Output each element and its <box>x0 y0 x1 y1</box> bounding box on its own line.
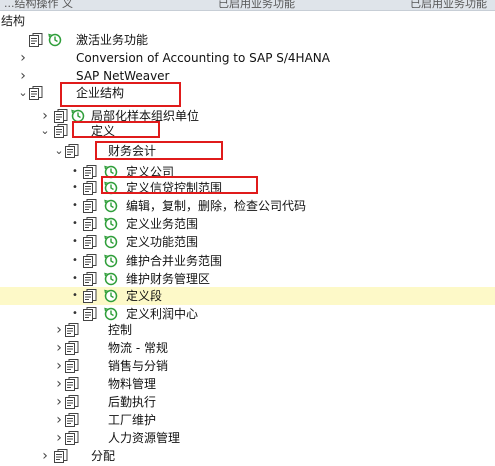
chevron-down-icon[interactable]: ⌄ <box>18 84 28 102</box>
execute-clock-icon[interactable] <box>104 254 118 271</box>
chevron-right-icon[interactable]: › <box>54 411 64 429</box>
toolbar-fragment-left: ...结构操作 义 <box>4 0 73 10</box>
documentation-icon[interactable] <box>53 124 70 141</box>
chevron-down-icon[interactable]: ⌄ <box>54 142 64 160</box>
tree-node-label[interactable]: 销售与分销 <box>108 357 168 375</box>
documentation-icon[interactable] <box>82 181 99 198</box>
chevron-right-icon[interactable]: › <box>54 393 64 411</box>
documentation-icon[interactable] <box>64 431 81 448</box>
documentation-icon[interactable] <box>28 86 45 103</box>
chevron-right-icon[interactable]: › <box>40 447 50 465</box>
chevron-right-icon[interactable]: › <box>18 49 28 67</box>
execute-clock-icon[interactable] <box>104 199 118 216</box>
tree-node[interactable]: • 定义信贷控制范围 <box>0 179 495 197</box>
panel-title: 结构 <box>1 14 26 28</box>
chevron-down-icon[interactable]: ⌄ <box>40 122 50 140</box>
documentation-icon[interactable] <box>64 359 81 376</box>
tree-node[interactable]: › SAP NetWeaver <box>0 67 495 85</box>
leaf-bullet-icon: • <box>72 290 78 301</box>
tree-node[interactable]: ⌄ 定义 <box>0 122 495 140</box>
execute-clock-icon[interactable] <box>104 181 118 198</box>
execute-clock-icon[interactable] <box>104 235 118 252</box>
tree-node-label[interactable]: 定义 <box>91 122 115 140</box>
tree-node[interactable]: • 编辑，复制，删除，检查公司代码 <box>0 197 495 215</box>
tree-node-label[interactable]: Conversion of Accounting to SAP S/4HANA <box>76 49 330 67</box>
tree-node[interactable]: • 定义业务范围 <box>0 215 495 233</box>
toolbar-fragment-right: 已启用业务功能 <box>410 0 487 10</box>
tree-node-label[interactable]: 工厂维护 <box>108 411 156 429</box>
toolbar-fragment-mid: 已启用业务功能 <box>218 0 295 10</box>
documentation-icon[interactable] <box>82 254 99 271</box>
tree-node-label[interactable]: 维护合并业务范围 <box>126 252 222 270</box>
tree-node[interactable]: • 定义功能范围 <box>0 233 495 251</box>
leaf-bullet-icon: • <box>72 200 78 211</box>
chevron-right-icon[interactable]: › <box>54 339 64 357</box>
tree-node[interactable]: › 物料管理 <box>0 375 495 393</box>
tree-node[interactable]: › 工厂维护 <box>0 411 495 429</box>
tree-node-label[interactable]: 编辑，复制，删除，检查公司代码 <box>126 197 306 215</box>
tree-node[interactable]: • 定义段 <box>0 287 495 305</box>
leaf-bullet-icon: • <box>72 218 78 229</box>
tree-node-label[interactable]: 定义信贷控制范围 <box>126 179 222 197</box>
documentation-icon[interactable] <box>64 413 81 430</box>
tree-node[interactable]: › 人力资源管理 <box>0 429 495 447</box>
documentation-icon[interactable] <box>82 235 99 252</box>
tree-node[interactable]: • 维护合并业务范围 <box>0 252 495 270</box>
chevron-right-icon[interactable]: › <box>54 375 64 393</box>
tree-node[interactable]: › 物流 - 常规 <box>0 339 495 357</box>
tree-node-label[interactable]: 定义段 <box>126 287 162 305</box>
documentation-icon[interactable] <box>28 33 45 50</box>
tree-node[interactable]: › 分配 <box>0 447 495 465</box>
execute-clock-icon[interactable] <box>48 33 62 50</box>
tree-node[interactable]: ⌄ 企业结构 <box>0 84 495 102</box>
tree-node-label[interactable]: 控制 <box>108 321 132 339</box>
tree-node[interactable]: › 销售与分销 <box>0 357 495 375</box>
tree-node-label[interactable]: 激活业务功能 <box>76 31 148 49</box>
tree-node-label[interactable]: 后勤执行 <box>108 393 156 411</box>
documentation-icon[interactable] <box>82 199 99 216</box>
tree-node-label[interactable]: 人力资源管理 <box>108 429 180 447</box>
execute-clock-icon[interactable] <box>104 217 118 234</box>
leaf-bullet-icon: • <box>72 182 78 193</box>
tree-node[interactable]: • 维护财务管理区 <box>0 270 495 288</box>
tree-node[interactable]: 激活业务功能 <box>0 31 495 49</box>
tree-node-label[interactable]: 维护财务管理区 <box>126 270 210 288</box>
documentation-icon[interactable] <box>64 341 81 358</box>
leaf-bullet-icon: • <box>72 255 78 266</box>
documentation-icon[interactable] <box>64 395 81 412</box>
tree-node[interactable]: › 后勤执行 <box>0 393 495 411</box>
chevron-right-icon[interactable]: › <box>54 357 64 375</box>
tree-node[interactable]: ⌄ 财务会计 <box>0 142 495 160</box>
leaf-bullet-icon: • <box>72 273 78 284</box>
top-toolbar: ...结构操作 义 已启用业务功能 已启用业务功能 <box>0 0 495 11</box>
tree-node-label[interactable]: SAP NetWeaver <box>76 67 169 85</box>
documentation-icon[interactable] <box>82 217 99 234</box>
leaf-bullet-icon: • <box>72 236 78 247</box>
tree-node-label[interactable]: 分配 <box>91 447 115 465</box>
tree-node-label[interactable]: 财务会计 <box>108 142 156 160</box>
chevron-right-icon[interactable]: › <box>54 429 64 447</box>
tree-node-label[interactable]: 物流 - 常规 <box>108 339 168 357</box>
documentation-icon[interactable] <box>64 377 81 394</box>
documentation-icon[interactable] <box>82 289 99 306</box>
documentation-icon[interactable] <box>64 144 81 161</box>
tree-node-label[interactable]: 企业结构 <box>76 84 124 102</box>
tree-node-label[interactable]: 定义功能范围 <box>126 233 198 251</box>
chevron-right-icon[interactable]: › <box>18 67 28 85</box>
tree-node[interactable]: › Conversion of Accounting to SAP S/4HANA <box>0 49 495 67</box>
tree-node-label[interactable]: 定义业务范围 <box>126 215 198 233</box>
tree-node-label[interactable]: 物料管理 <box>108 375 156 393</box>
execute-clock-icon[interactable] <box>104 289 118 306</box>
tree-node[interactable]: › 控制 <box>0 321 495 339</box>
chevron-right-icon[interactable]: › <box>54 321 64 339</box>
documentation-icon[interactable] <box>64 323 81 340</box>
